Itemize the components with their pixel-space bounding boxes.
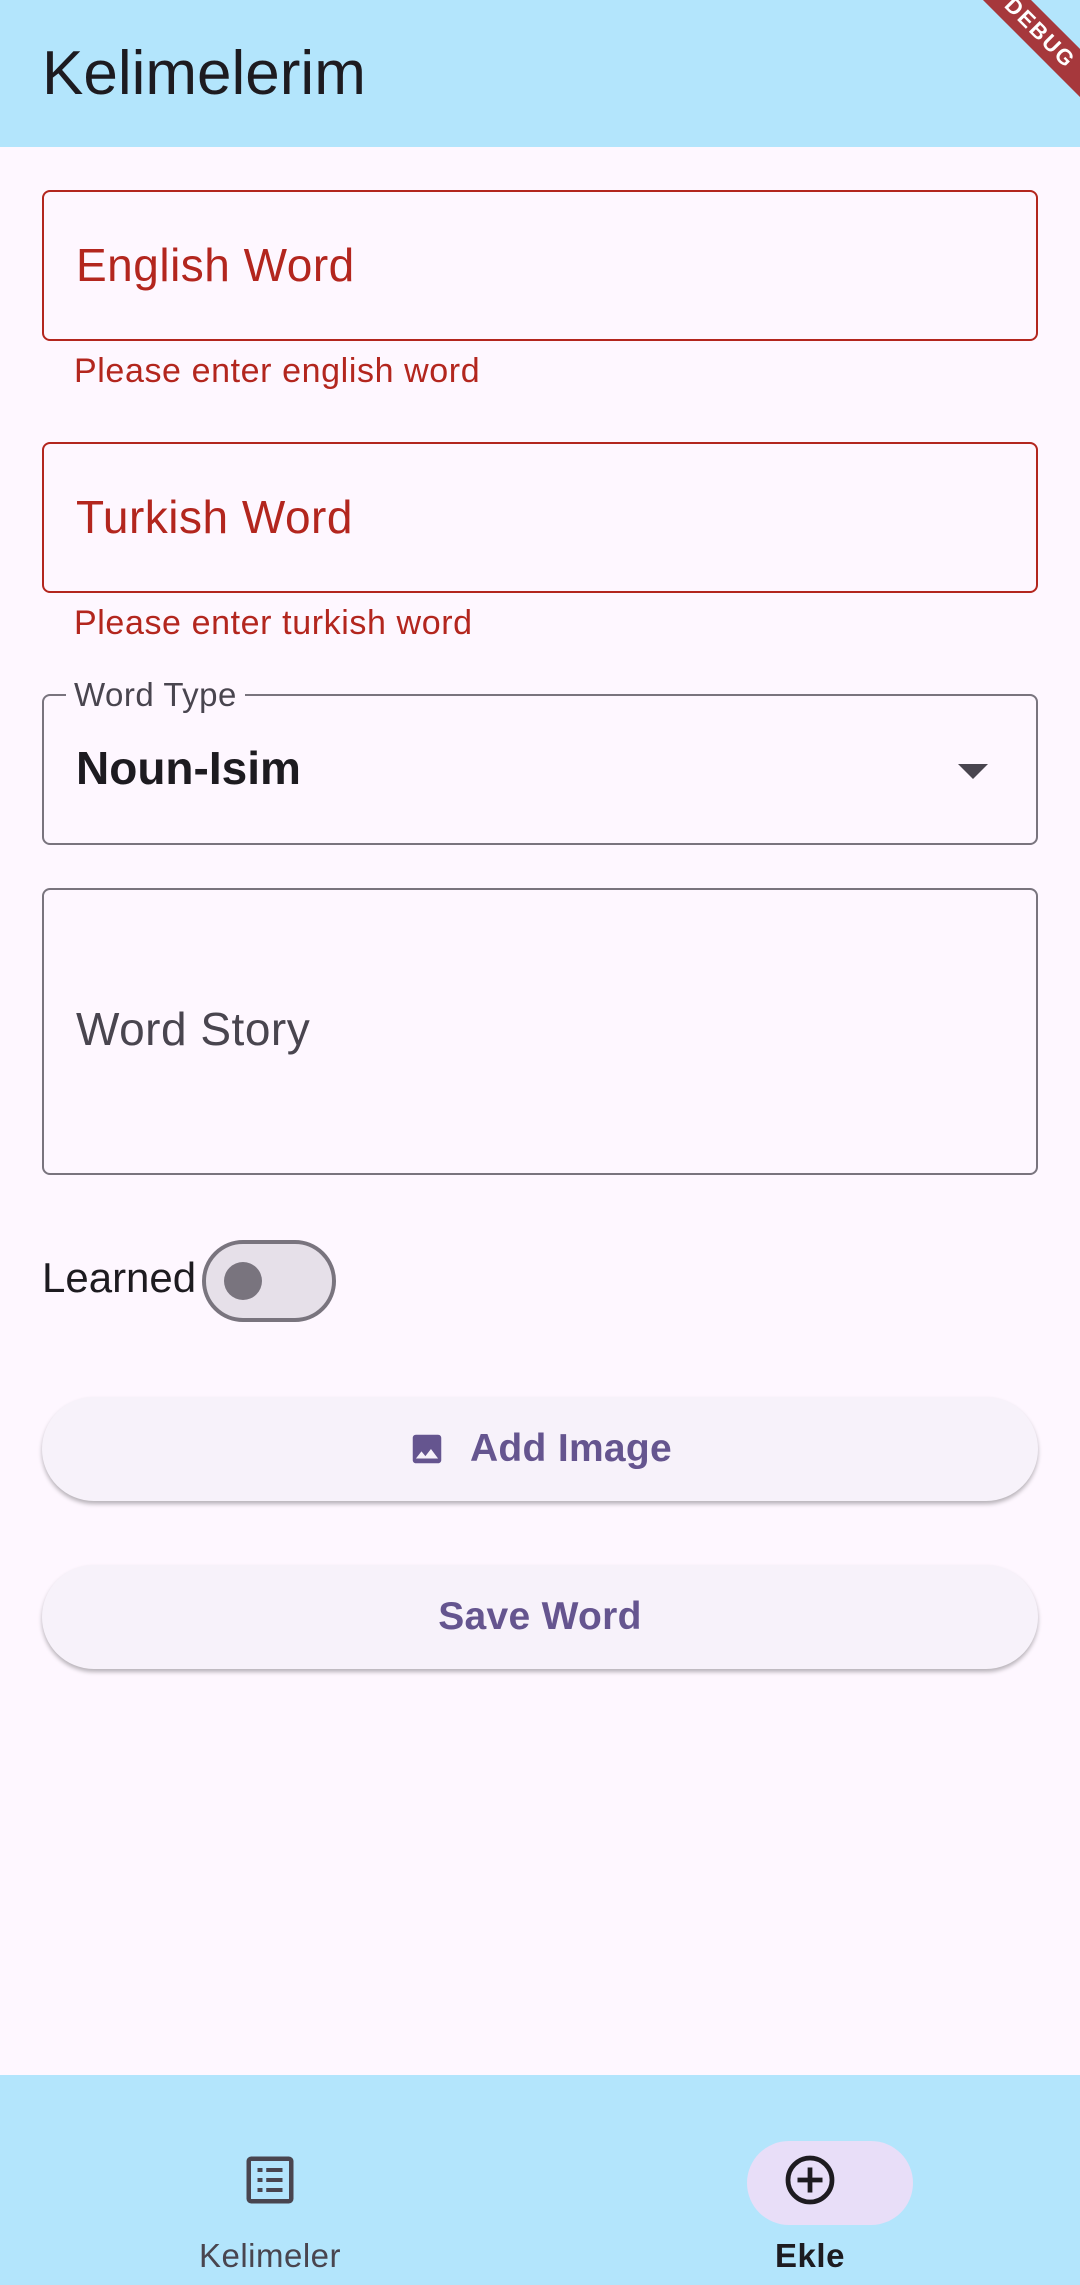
word-story-field[interactable]: Word Story bbox=[42, 888, 1038, 1175]
word-story-label: Word Story bbox=[76, 1003, 311, 1055]
app-bar: Kelimelerim DEBUG bbox=[0, 0, 1080, 147]
nav-label-kelimeler: Kelimeler bbox=[198, 2237, 342, 2274]
nav-item-kelimeler[interactable]: Kelimeler bbox=[90, 2107, 450, 2274]
english-word-field[interactable]: English Word bbox=[42, 190, 1038, 341]
word-type-dropdown[interactable]: Noun-Isim bbox=[42, 694, 1038, 845]
english-word-label: English Word bbox=[76, 239, 355, 291]
turkish-word-error: Please enter turkish word bbox=[74, 604, 473, 642]
switch-thumb bbox=[224, 1262, 262, 1300]
bottom-navigation: Kelimeler Ekle bbox=[0, 2075, 1080, 2285]
turkish-word-label: Turkish Word bbox=[76, 491, 353, 543]
save-word-button[interactable]: Save Word bbox=[42, 1565, 1038, 1669]
arrow-drop-down-icon bbox=[958, 764, 988, 779]
page-title: Kelimelerim bbox=[42, 39, 366, 108]
image-icon bbox=[408, 1430, 446, 1468]
add-image-label: Add Image bbox=[469, 1427, 673, 1470]
add-image-button[interactable]: Add Image bbox=[42, 1397, 1038, 1501]
english-word-error: Please enter english word bbox=[74, 352, 481, 390]
turkish-word-field[interactable]: Turkish Word bbox=[42, 442, 1038, 593]
debug-banner: DEBUG bbox=[936, 0, 1080, 137]
list-icon bbox=[240, 2150, 300, 2210]
word-type-label: Word Type bbox=[66, 676, 245, 714]
nav-item-ekle[interactable]: Ekle bbox=[630, 2107, 990, 2274]
save-word-label: Save Word bbox=[438, 1595, 642, 1638]
learned-label: Learned bbox=[42, 1254, 197, 1301]
word-type-selected: Noun-Isim bbox=[76, 742, 301, 794]
nav-label-ekle: Ekle bbox=[775, 2237, 845, 2274]
add-circle-icon bbox=[780, 2150, 840, 2210]
learned-switch[interactable] bbox=[202, 1240, 336, 1322]
